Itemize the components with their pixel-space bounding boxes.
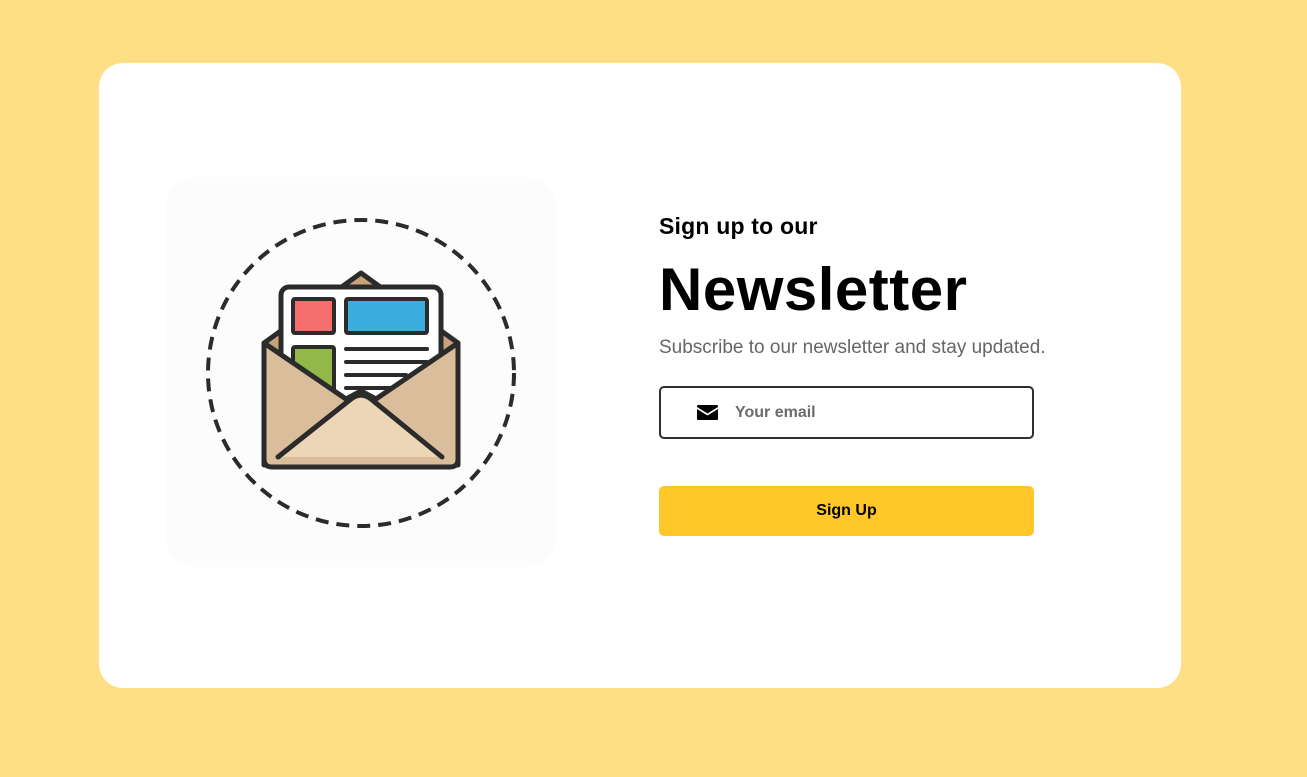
email-input[interactable] (735, 388, 1025, 437)
newsletter-illustration (166, 177, 556, 567)
newsletter-title: Newsletter (659, 256, 968, 323)
email-field[interactable] (659, 386, 1034, 439)
sign-up-button[interactable]: Sign Up (659, 486, 1034, 536)
newsletter-kicker: Sign up to our (659, 213, 818, 239)
open-envelope-newsletter-icon (206, 218, 516, 528)
newsletter-subtitle: Subscribe to our newsletter and stay upd… (659, 337, 1046, 358)
newsletter-card: Sign up to our Newsletter Subscribe to o… (99, 63, 1181, 688)
envelope-icon (697, 405, 718, 420)
